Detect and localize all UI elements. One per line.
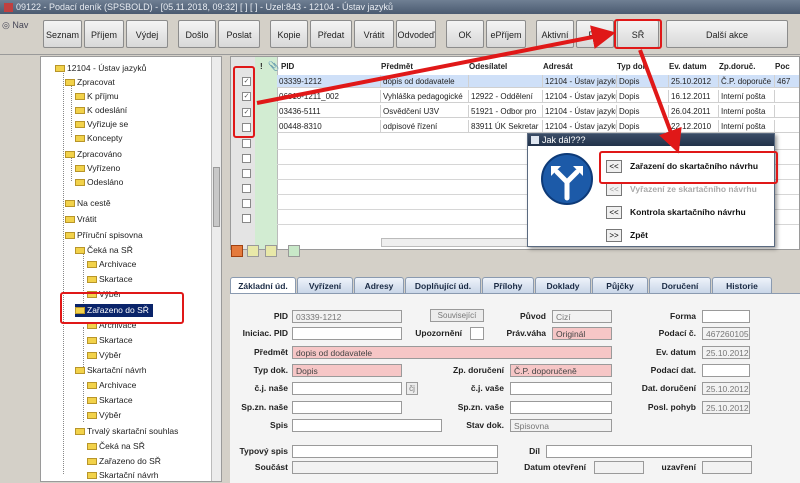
annotation-arrows [256, 25, 682, 154]
arrow-to-dialog-option [638, 49, 682, 154]
arrow-to-sr-button [256, 25, 616, 105]
